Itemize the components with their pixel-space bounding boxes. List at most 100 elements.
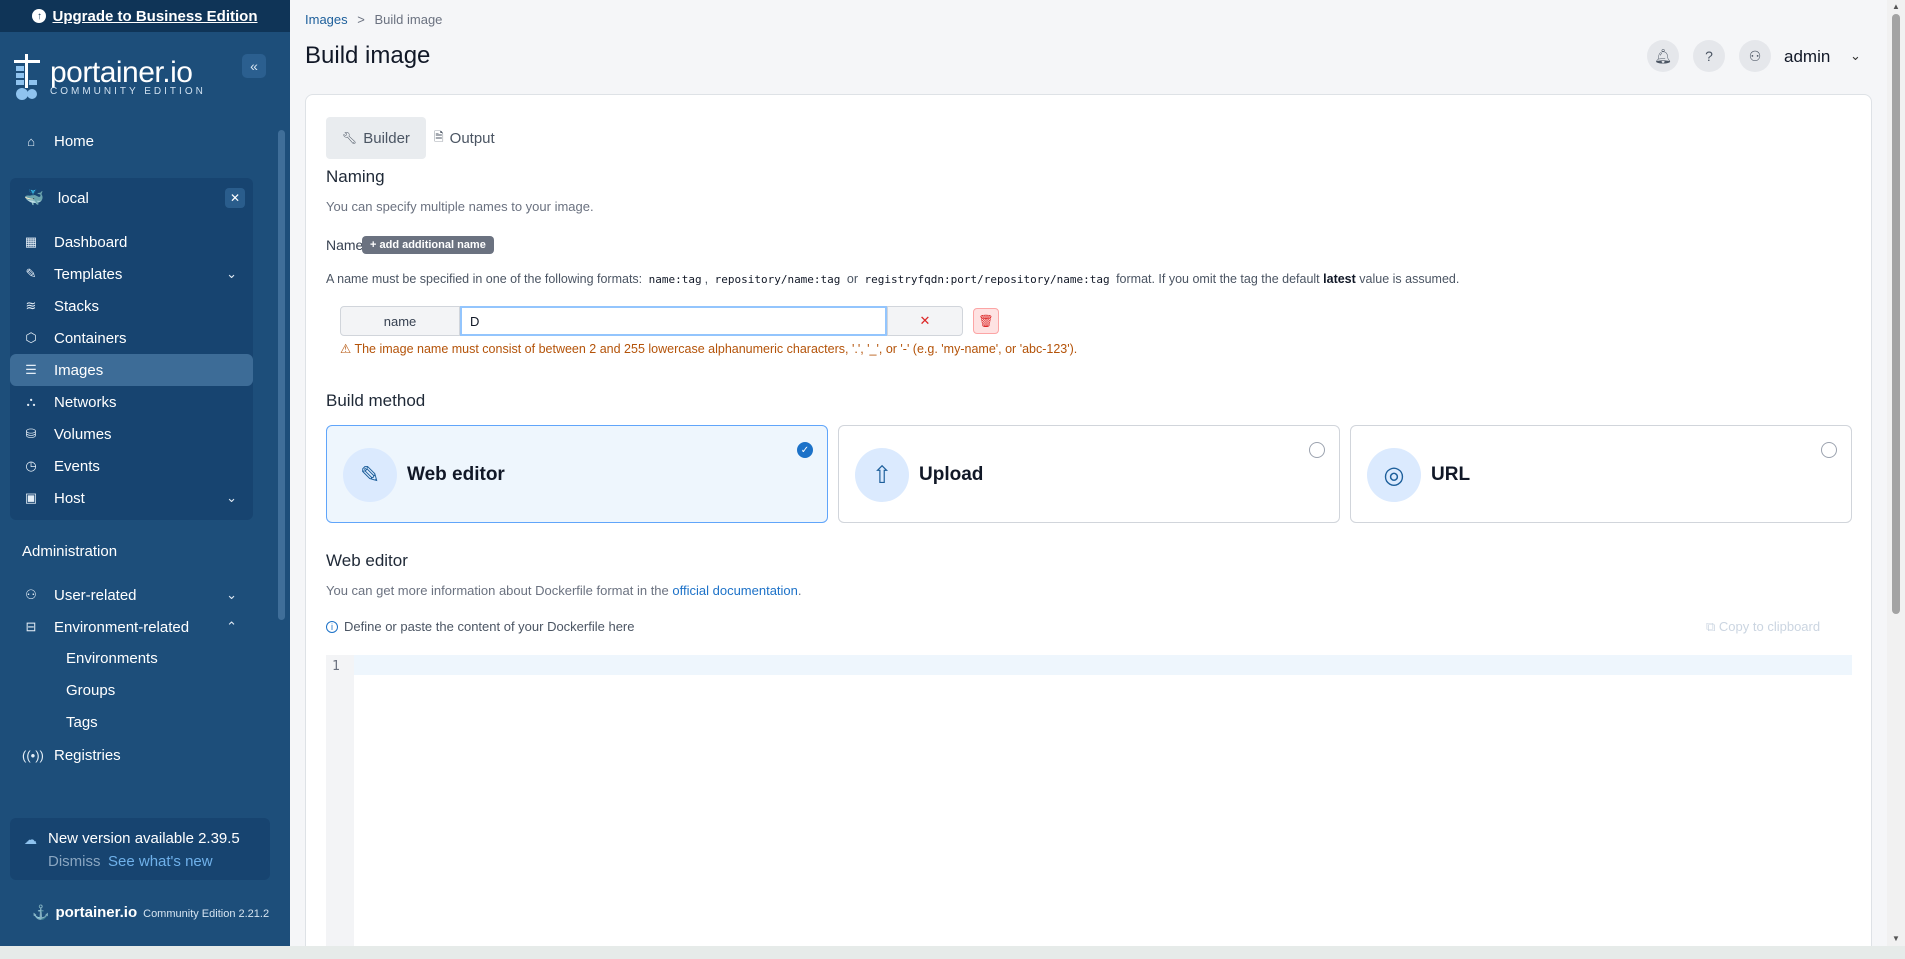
cloud-download-icon: ☁ bbox=[24, 832, 37, 847]
sidebar-item-events[interactable]: ◷ Events bbox=[10, 450, 253, 482]
user-avatar-icon[interactable]: ⚇ bbox=[1739, 40, 1771, 72]
sidebar-scrollbar[interactable] bbox=[278, 130, 285, 620]
help-icon[interactable]: ? bbox=[1693, 40, 1725, 72]
cloud-upload-icon: ⇧ bbox=[855, 448, 909, 502]
warning-icon: ⚠ bbox=[340, 342, 352, 356]
upgrade-link[interactable]: Upgrade to Business Edition bbox=[52, 8, 257, 25]
build-method-web-editor[interactable]: ✎ Web editor ✓ bbox=[326, 425, 828, 523]
web-editor-heading: Web editor bbox=[326, 551, 408, 570]
chevron-down-icon[interactable]: ⌄ bbox=[1850, 48, 1861, 64]
globe-icon: ◎ bbox=[1367, 448, 1421, 502]
sidebar-item-label: Containers bbox=[54, 329, 127, 347]
check-icon: ✓ bbox=[797, 442, 813, 458]
sidebar-item-user-related[interactable]: ⚇ User-related ⌄ bbox=[10, 579, 253, 611]
build-method-upload[interactable]: ⇧ Upload bbox=[838, 425, 1340, 523]
sidebar-item-label: Volumes bbox=[54, 425, 112, 443]
build-method-label: Web editor bbox=[407, 464, 505, 485]
tab-output[interactable]: 🗎 Output bbox=[418, 117, 511, 159]
sidebar-item-registries[interactable]: ((•)) Registries bbox=[10, 739, 253, 771]
footer-logo-icon: ⚓ bbox=[32, 904, 50, 920]
scroll-up-icon[interactable]: ▲ bbox=[1892, 2, 1900, 11]
environment-name: local bbox=[57, 189, 89, 207]
naming-help: You can specify multiple names to your i… bbox=[326, 199, 594, 214]
bottom-bar bbox=[0, 946, 1905, 959]
see-whats-new-link[interactable]: See what's new bbox=[108, 853, 213, 870]
naming-heading: Naming bbox=[326, 167, 385, 186]
docker-icon: 🐳 bbox=[24, 190, 44, 207]
radio-icon bbox=[1821, 442, 1837, 458]
sidebar-item-containers[interactable]: ⬡ Containers bbox=[10, 322, 253, 354]
radio-icon: ((•)) bbox=[22, 747, 44, 763]
define-text: Define or paste the content of your Dock… bbox=[344, 619, 635, 634]
upgrade-banner[interactable]: ↑ Upgrade to Business Edition bbox=[0, 0, 290, 32]
build-method-label: URL bbox=[1431, 464, 1471, 485]
sidebar-item-dashboard[interactable]: ▦ Dashboard bbox=[10, 226, 253, 258]
build-panel: 🔧︎ Builder 🗎 Output Naming You can speci… bbox=[305, 94, 1872, 959]
sidebar-item-templates[interactable]: ✎ Templates ⌄ bbox=[10, 258, 253, 290]
page-title: Build image bbox=[305, 42, 431, 69]
box-icon: ⬡ bbox=[25, 330, 37, 345]
new-version-text: New version available 2.39.5 bbox=[48, 830, 240, 847]
name-row: name ✕ 🗑 bbox=[340, 306, 999, 336]
sidebar-item-label: Environment-related bbox=[54, 618, 190, 636]
sidebar-item-groups[interactable]: Groups bbox=[66, 682, 115, 699]
administration-heading: Administration bbox=[22, 543, 118, 560]
footer-brand-name: portainer.io bbox=[55, 904, 138, 921]
home-icon: ⌂ bbox=[27, 133, 35, 149]
build-method-url[interactable]: ◎ URL bbox=[1350, 425, 1852, 523]
copy-to-clipboard-button[interactable]: ⧉ Copy to clipboard bbox=[1706, 619, 1820, 635]
chevron-down-icon: ⌄ bbox=[226, 490, 237, 505]
scroll-down-icon[interactable]: ▼ bbox=[1892, 934, 1900, 943]
image-name-input[interactable] bbox=[460, 306, 887, 336]
edit-icon: ✎ bbox=[343, 448, 397, 502]
copy-icon: ⧉ bbox=[1706, 619, 1716, 634]
bell-icon[interactable]: 🔔︎ bbox=[1647, 40, 1679, 72]
dismiss-link[interactable]: Dismiss bbox=[48, 853, 101, 870]
line-number: 1 bbox=[332, 659, 340, 674]
sidebar-item-label: Home bbox=[54, 132, 95, 150]
brand-edition: COMMUNITY EDITION bbox=[50, 85, 206, 97]
environment-header[interactable]: 🐳 local ✕ bbox=[10, 182, 253, 214]
build-method-label: Upload bbox=[919, 464, 984, 485]
sidebar-item-home[interactable]: ⌂ Home bbox=[10, 125, 253, 157]
scrollbar-thumb[interactable] bbox=[1892, 14, 1900, 614]
sidebar-item-stacks[interactable]: ≋ Stacks bbox=[10, 290, 253, 322]
add-name-button[interactable]: + add additional name bbox=[362, 236, 494, 254]
sidebar: ↑ Upgrade to Business Edition portainer.… bbox=[0, 0, 290, 946]
user-menu[interactable]: admin bbox=[1784, 47, 1830, 67]
close-environment-icon[interactable]: ✕ bbox=[225, 188, 245, 208]
brand-logo[interactable]: portainer.io COMMUNITY EDITION bbox=[8, 52, 206, 102]
format-code: name:tag bbox=[648, 273, 702, 286]
sidebar-item-label: Networks bbox=[54, 393, 117, 411]
clock-icon: ◷ bbox=[25, 458, 37, 473]
tab-builder[interactable]: 🔧︎ Builder bbox=[326, 117, 426, 159]
sidebar-item-label: Templates bbox=[54, 265, 123, 283]
sidebar-item-volumes[interactable]: ⛁ Volumes bbox=[10, 418, 253, 450]
chevron-down-icon: ⌄ bbox=[226, 587, 237, 602]
web-editor-help-text: You can get more information about Docke… bbox=[326, 583, 669, 598]
sidebar-item-tags[interactable]: Tags bbox=[66, 714, 98, 731]
clear-name-icon[interactable]: ✕ bbox=[887, 306, 963, 336]
sidebar-item-environment-related[interactable]: ⊟ Environment-related ⌃ bbox=[10, 611, 253, 643]
collapse-sidebar-icon[interactable]: « bbox=[242, 54, 266, 78]
breadcrumb-images-link[interactable]: Images bbox=[305, 12, 348, 27]
editor-active-line[interactable] bbox=[354, 655, 1852, 675]
upgrade-icon: ↑ bbox=[32, 9, 47, 23]
new-version-notice: ☁ New version available 2.39.5 Dismiss S… bbox=[10, 818, 270, 880]
page-scrollbar[interactable]: ▲ ▼ bbox=[1887, 0, 1905, 946]
main-content: Images > Build image Build image 🔔︎ ? ⚇ … bbox=[290, 0, 1887, 959]
user-icon: ⚇ bbox=[25, 587, 37, 602]
network-icon: ⛬ bbox=[26, 394, 36, 409]
sidebar-item-environments[interactable]: Environments bbox=[66, 650, 158, 667]
sidebar-item-images[interactable]: ☰ Images bbox=[10, 354, 253, 386]
sidebar-item-networks[interactable]: ⛬ Networks bbox=[10, 386, 253, 418]
layers-icon: ≋ bbox=[25, 298, 37, 313]
sidebar-item-label: Registries bbox=[54, 746, 121, 764]
trash-icon[interactable]: 🗑 bbox=[973, 308, 999, 334]
format-code: registryfqdn:port/repository/name:tag bbox=[864, 273, 1110, 286]
documentation-link[interactable]: official documentation bbox=[672, 583, 798, 598]
breadcrumb: Images > Build image bbox=[305, 12, 442, 27]
dockerfile-editor[interactable]: 1 bbox=[326, 655, 1852, 955]
sidebar-item-host[interactable]: ▣ Host ⌄ bbox=[10, 482, 253, 514]
chevron-up-icon: ⌃ bbox=[226, 619, 237, 634]
